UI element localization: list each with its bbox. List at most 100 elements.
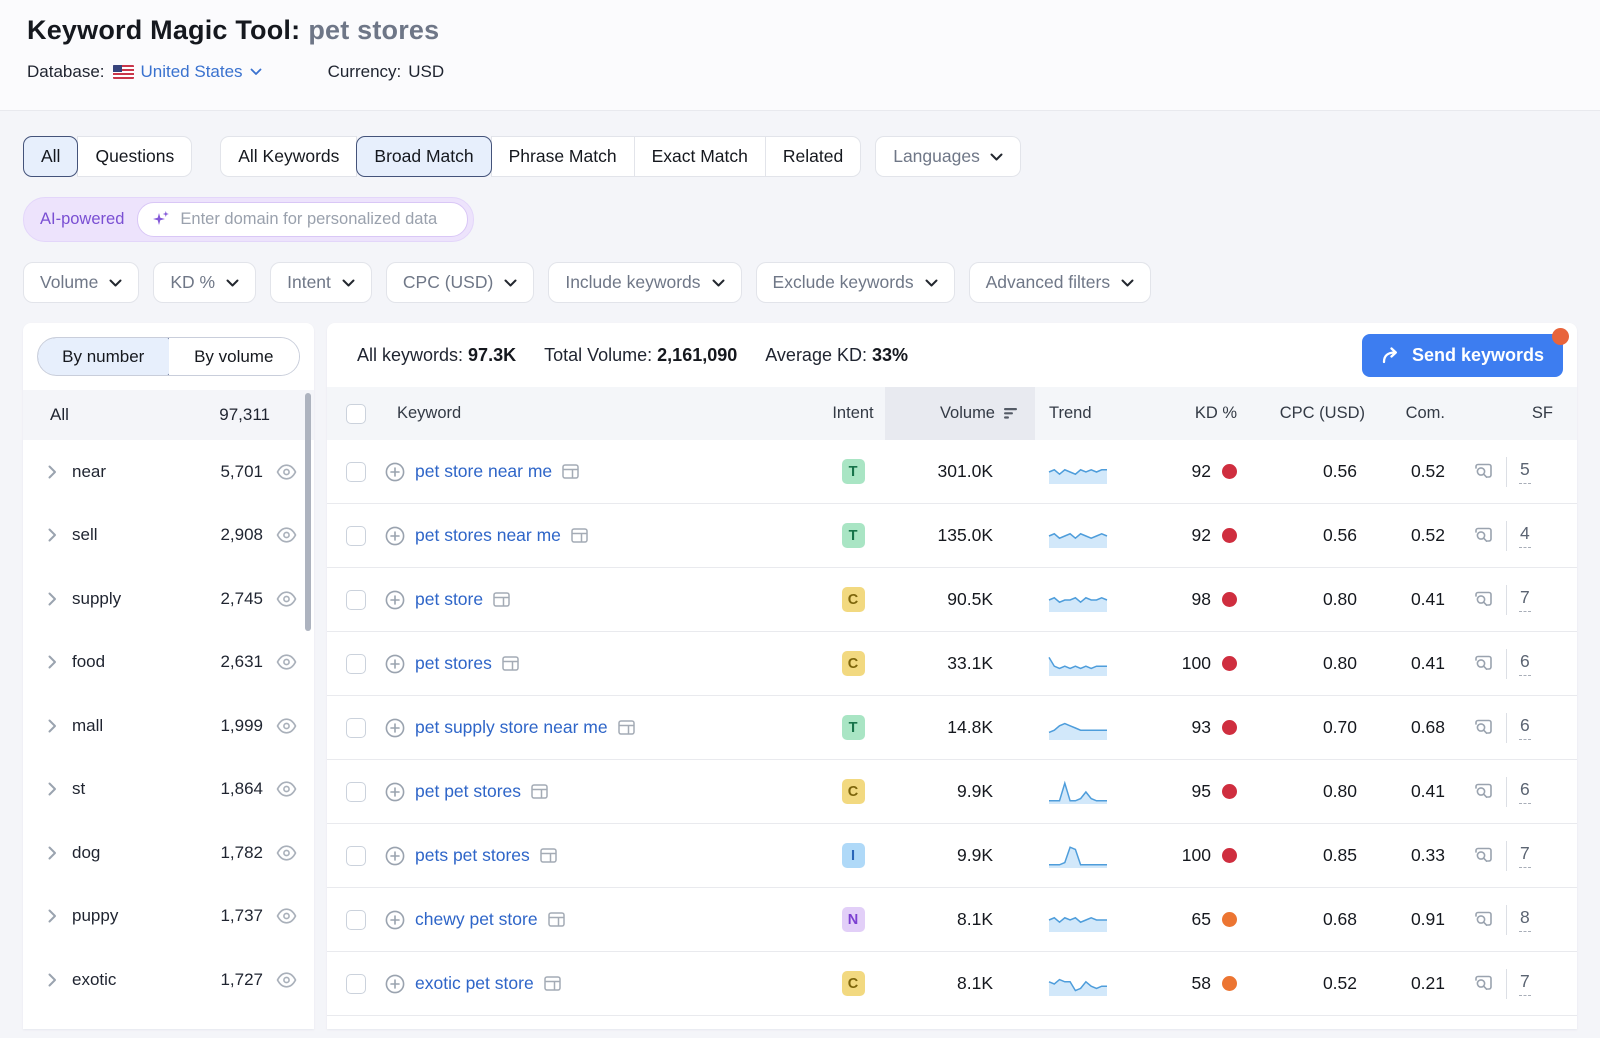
filter-kd--button[interactable]: KD % xyxy=(153,262,256,303)
filter-volume-button[interactable]: Volume xyxy=(23,262,139,303)
sf-count[interactable]: 5 xyxy=(1519,459,1531,484)
sidebar-item-supply[interactable]: supply 2,745 xyxy=(23,567,314,631)
eye-icon[interactable] xyxy=(276,845,297,861)
row-checkbox[interactable] xyxy=(346,654,366,674)
keyword-link[interactable]: pet store near me xyxy=(415,461,552,482)
eye-icon[interactable] xyxy=(276,972,297,988)
sidebar-item-puppy[interactable]: puppy 1,737 xyxy=(23,885,314,949)
chevron-right-icon[interactable] xyxy=(48,973,57,987)
select-all-checkbox[interactable] xyxy=(346,404,366,424)
view-serp-icon[interactable] xyxy=(1473,975,1494,992)
add-keyword-icon[interactable] xyxy=(385,910,405,930)
tab-exact-match[interactable]: Exact Match xyxy=(634,136,766,177)
sf-count[interactable]: 4 xyxy=(1519,523,1531,548)
domain-input[interactable] xyxy=(180,210,453,229)
column-header-kd[interactable]: KD % xyxy=(1139,387,1251,440)
view-serp-icon[interactable] xyxy=(1473,783,1494,800)
view-serp-icon[interactable] xyxy=(1473,463,1494,480)
add-keyword-icon[interactable] xyxy=(385,654,405,674)
view-serp-icon[interactable] xyxy=(1473,911,1494,928)
view-serp-icon[interactable] xyxy=(1473,847,1494,864)
toggle-by-number[interactable]: By number xyxy=(37,337,170,376)
chevron-right-icon[interactable] xyxy=(48,465,57,479)
eye-icon[interactable] xyxy=(276,908,297,924)
chevron-right-icon[interactable] xyxy=(48,719,57,733)
filter-include-keywords-button[interactable]: Include keywords xyxy=(548,262,741,303)
view-serp-icon[interactable] xyxy=(1473,591,1494,608)
tab-related[interactable]: Related xyxy=(765,136,861,177)
domain-input-box[interactable] xyxy=(137,202,468,237)
add-keyword-icon[interactable] xyxy=(385,526,405,546)
column-header-keyword[interactable]: Keyword xyxy=(385,387,821,440)
column-header-com[interactable]: Com. xyxy=(1375,387,1459,440)
chevron-right-icon[interactable] xyxy=(48,782,57,796)
tab-all-keywords[interactable]: All Keywords xyxy=(220,136,357,177)
row-checkbox[interactable] xyxy=(346,974,366,994)
row-checkbox[interactable] xyxy=(346,590,366,610)
sidebar-item-dog[interactable]: dog 1,782 xyxy=(23,821,314,885)
serp-features-icon[interactable] xyxy=(493,592,510,607)
sf-count[interactable]: 7 xyxy=(1519,587,1531,612)
sidebar-scrollbar[interactable] xyxy=(305,393,311,631)
view-serp-icon[interactable] xyxy=(1473,655,1494,672)
serp-features-icon[interactable] xyxy=(544,976,561,991)
chevron-right-icon[interactable] xyxy=(48,909,57,923)
serp-features-icon[interactable] xyxy=(502,656,519,671)
column-header-cpc[interactable]: CPC (USD) xyxy=(1251,387,1375,440)
chevron-right-icon[interactable] xyxy=(48,846,57,860)
filter-intent-button[interactable]: Intent xyxy=(270,262,372,303)
serp-features-icon[interactable] xyxy=(562,464,579,479)
chevron-right-icon[interactable] xyxy=(48,592,57,606)
serp-features-icon[interactable] xyxy=(540,848,557,863)
eye-icon[interactable] xyxy=(276,718,297,734)
chevron-right-icon[interactable] xyxy=(48,528,57,542)
send-keywords-button[interactable]: Send keywords xyxy=(1362,334,1563,377)
column-header-intent[interactable]: Intent xyxy=(821,387,885,440)
serp-features-icon[interactable] xyxy=(548,912,565,927)
sf-count[interactable]: 6 xyxy=(1519,715,1531,740)
keyword-link[interactable]: pets pet stores xyxy=(415,845,530,866)
tab-broad-match[interactable]: Broad Match xyxy=(356,136,491,177)
sf-count[interactable]: 7 xyxy=(1519,971,1531,996)
sf-count[interactable]: 8 xyxy=(1519,907,1531,932)
keyword-link[interactable]: pet stores near me xyxy=(415,525,561,546)
eye-icon[interactable] xyxy=(276,591,297,607)
add-keyword-icon[interactable] xyxy=(385,462,405,482)
view-serp-icon[interactable] xyxy=(1473,527,1494,544)
sidebar-item-st[interactable]: st 1,864 xyxy=(23,758,314,822)
eye-icon[interactable] xyxy=(276,464,297,480)
row-checkbox[interactable] xyxy=(346,718,366,738)
add-keyword-icon[interactable] xyxy=(385,974,405,994)
row-checkbox[interactable] xyxy=(346,910,366,930)
sidebar-item-mall[interactable]: mall 1,999 xyxy=(23,694,314,758)
tab-phrase-match[interactable]: Phrase Match xyxy=(491,136,635,177)
toggle-by-volume[interactable]: By volume xyxy=(169,338,300,375)
keyword-link[interactable]: pet supply store near me xyxy=(415,717,608,738)
filter-advanced-filters-button[interactable]: Advanced filters xyxy=(969,262,1152,303)
languages-button[interactable]: Languages xyxy=(875,136,1021,177)
sidebar-item-exotic[interactable]: exotic 1,727 xyxy=(23,948,314,1012)
column-header-trend[interactable]: Trend xyxy=(1035,387,1139,440)
row-checkbox[interactable] xyxy=(346,782,366,802)
view-serp-icon[interactable] xyxy=(1473,719,1494,736)
sf-count[interactable]: 7 xyxy=(1519,843,1531,868)
eye-icon[interactable] xyxy=(276,654,297,670)
add-keyword-icon[interactable] xyxy=(385,846,405,866)
sidebar-item-near[interactable]: near 5,701 xyxy=(23,440,314,504)
add-keyword-icon[interactable] xyxy=(385,590,405,610)
serp-features-icon[interactable] xyxy=(571,528,588,543)
filter-exclude-keywords-button[interactable]: Exclude keywords xyxy=(756,262,955,303)
keyword-link[interactable]: pet pet stores xyxy=(415,781,521,802)
column-header-sf[interactable]: SF xyxy=(1459,387,1577,440)
eye-icon[interactable] xyxy=(276,781,297,797)
chevron-right-icon[interactable] xyxy=(48,655,57,669)
keyword-link[interactable]: chewy pet store xyxy=(415,909,538,930)
serp-features-icon[interactable] xyxy=(531,784,548,799)
tab-all[interactable]: All xyxy=(23,136,78,177)
row-checkbox[interactable] xyxy=(346,462,366,482)
eye-icon[interactable] xyxy=(276,527,297,543)
keyword-link[interactable]: pet stores xyxy=(415,653,492,674)
sidebar-item-food[interactable]: food 2,631 xyxy=(23,631,314,695)
add-keyword-icon[interactable] xyxy=(385,718,405,738)
keyword-link[interactable]: pet store xyxy=(415,589,483,610)
